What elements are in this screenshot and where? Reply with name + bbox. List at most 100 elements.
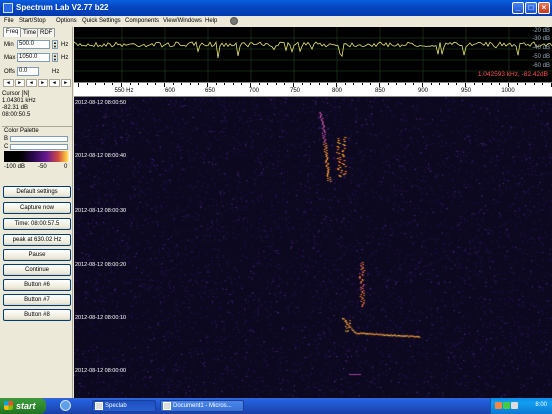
menu-view-windows[interactable]: View/Windows xyxy=(163,18,202,24)
freq-axis-tick xyxy=(361,83,363,85)
menu-file[interactable]: File xyxy=(4,18,14,24)
freq-axis-tick xyxy=(490,83,492,85)
menu-bar: File Start/Stop Options Quick Settings C… xyxy=(0,16,552,27)
scale-label-mid: -50 xyxy=(38,164,47,170)
freq-axis-tick xyxy=(129,83,131,85)
max-freq-spinner[interactable]: ▲ ▼ xyxy=(52,53,58,62)
db-label-2: -30 dB xyxy=(532,36,550,42)
menu-start-stop[interactable]: Start/Stop xyxy=(19,18,46,24)
offset-field[interactable]: 0.0 xyxy=(17,67,39,76)
volume-icon[interactable] xyxy=(511,402,518,409)
browser-icon[interactable] xyxy=(60,400,71,411)
freq-axis-tick xyxy=(189,83,191,85)
cursor-db: -82.31 dB xyxy=(2,105,29,111)
cursor-freq: 1.04301 kHz xyxy=(2,98,36,104)
freq-axis-tick xyxy=(95,83,97,85)
button-7[interactable]: Button #7 xyxy=(3,294,71,306)
menu-components[interactable]: Components xyxy=(125,18,159,24)
button-8[interactable]: Button #8 xyxy=(3,309,71,321)
freq-axis-tick xyxy=(301,83,303,85)
freq-axis-tick xyxy=(396,83,398,85)
freq-tick-label: 950 xyxy=(460,88,472,94)
menu-options[interactable]: Options xyxy=(56,18,77,24)
contrast-label: C xyxy=(4,144,9,150)
freq-axis-tick xyxy=(542,83,544,85)
peak-display-button[interactable]: peak at 630.02 Hz xyxy=(3,234,71,246)
freq-axis-tick xyxy=(241,83,243,85)
control-panel: Freq Time RDF Min 500.0 ▲ ▼ Hz Max 1050.0… xyxy=(0,27,73,398)
freq-tick-label: 550 Hz xyxy=(114,88,134,94)
color-palette-bar[interactable] xyxy=(4,151,70,162)
taskbar-item-speclab[interactable]: Speclab xyxy=(92,400,156,412)
frequency-axis[interactable]: 550 Hz 600 650 700 750 800 850 900 950 1… xyxy=(74,82,552,97)
spectrum-plot[interactable]: -20 dB -30 dB -40 dB -50 dB -60 dB 1.042… xyxy=(74,27,552,82)
db-label-1: -20 dB xyxy=(532,28,550,34)
freq-axis-tick xyxy=(516,83,518,85)
default-settings-button[interactable]: Default settings xyxy=(3,186,71,198)
scroll-left-button[interactable]: ◄ xyxy=(3,79,14,87)
continue-button[interactable]: Continue xyxy=(3,264,71,276)
tray-icon[interactable] xyxy=(503,402,510,409)
menu-quick-settings[interactable]: Quick Settings xyxy=(82,18,121,24)
freq-tick-label: 600 xyxy=(164,88,176,94)
freq-axis-tick xyxy=(413,83,415,85)
pan-left-button[interactable]: ◄ xyxy=(49,79,60,87)
taskbar-item-document[interactable]: Document1 - Micros... xyxy=(160,400,244,412)
spectrogram-waterfall[interactable]: 2012-08-12 08:00:50 2012-08-12 08:00:40 … xyxy=(74,97,552,398)
freq-tick-label: 900 xyxy=(417,88,429,94)
pause-button[interactable]: Pause xyxy=(3,249,71,261)
freq-axis-tick xyxy=(465,83,466,87)
close-button[interactable]: × xyxy=(538,2,550,14)
title-bar[interactable]: Spectrum Lab V2.77 b22 _ □ × xyxy=(0,0,552,16)
start-button[interactable]: start xyxy=(0,398,46,414)
minimize-button[interactable]: _ xyxy=(512,2,524,14)
pan-right-button[interactable]: ► xyxy=(60,79,71,87)
time-display-button[interactable]: Time: 08:00:57.5 xyxy=(3,218,71,230)
menu-help[interactable]: Help xyxy=(205,18,217,24)
waterfall-timestamp: 2012-08-12 08:00:40 xyxy=(75,153,127,159)
zoom-right-button[interactable]: ► xyxy=(37,79,48,87)
freq-axis-tick xyxy=(336,83,337,87)
freq-axis-tick xyxy=(267,83,269,85)
freq-axis-tick xyxy=(430,83,432,85)
start-label: start xyxy=(16,401,36,411)
brightness-slider[interactable] xyxy=(10,136,68,142)
zoom-left-button[interactable]: ◄ xyxy=(26,79,37,87)
brightness-label: B xyxy=(4,136,9,142)
freq-axis-tick xyxy=(207,83,208,87)
tab-freq[interactable]: Freq xyxy=(3,27,22,37)
max-label: Max xyxy=(4,55,16,61)
status-indicator-icon xyxy=(230,17,238,25)
cursor-readout: 1.042593 kHz, -82.42dB xyxy=(477,71,548,78)
tab-rdf[interactable]: RDF xyxy=(37,28,56,37)
button-6[interactable]: Button #6 xyxy=(3,279,71,291)
freq-tick-label: 800 xyxy=(331,88,343,94)
freq-axis-tick xyxy=(370,83,372,85)
max-freq-field[interactable]: 1050.0 xyxy=(17,53,50,62)
window-title: Spectrum Lab V2.77 b22 xyxy=(16,3,109,12)
freq-tick-label: 650 xyxy=(204,88,216,94)
spectrogram-canvas xyxy=(74,97,552,398)
tray-icon[interactable] xyxy=(495,402,502,409)
scale-label-min: -100 dB xyxy=(4,164,26,170)
word-document-icon xyxy=(163,402,171,410)
min-freq-field[interactable]: 500.0 xyxy=(17,40,50,49)
db-label-4: -50 dB xyxy=(532,54,550,60)
cursor-title: Cursor [N] xyxy=(2,91,30,97)
freq-axis-tick xyxy=(353,83,355,85)
capture-now-button[interactable]: Capture now xyxy=(3,202,71,214)
cursor-info: Cursor [N] 1.04301 kHz -82.31 dB 08:00:5… xyxy=(2,91,72,121)
freq-axis-tick xyxy=(155,83,157,85)
spectrum-trace xyxy=(74,41,552,58)
waterfall-timestamp: 2012-08-12 08:00:30 xyxy=(75,208,127,214)
freq-axis-tick xyxy=(86,83,88,85)
min-freq-spinner[interactable]: ▲ ▼ xyxy=(52,40,58,49)
cursor-time: 08:00:50.5 xyxy=(2,112,31,118)
contrast-slider[interactable] xyxy=(10,144,68,150)
freq-axis-tick xyxy=(508,83,509,87)
freq-axis-tick xyxy=(250,83,251,87)
maximize-button[interactable]: □ xyxy=(525,2,537,14)
freq-tick-label: 850 xyxy=(374,88,386,94)
freq-axis-tick xyxy=(293,83,294,87)
scroll-right-button[interactable]: ► xyxy=(14,79,25,87)
